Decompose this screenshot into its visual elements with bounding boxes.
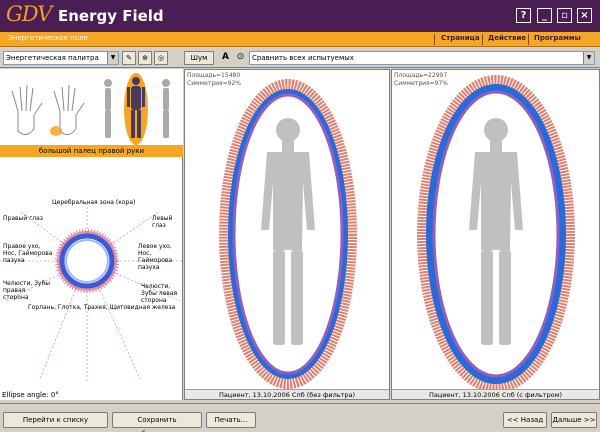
back-button[interactable]: << Назад — [503, 412, 547, 428]
brush-icon[interactable]: ✎ — [122, 51, 136, 65]
app-title: Energy Field — [58, 7, 164, 25]
next-button[interactable]: Дальше >> — [551, 412, 597, 428]
palette-select[interactable]: Энергетическая палитра ▼ — [3, 51, 119, 65]
menu-programs[interactable]: Программы — [534, 34, 581, 42]
panel-caption: Пациент, 13.10.2006 Спб (без фильтра) — [185, 389, 389, 399]
aura-image — [219, 79, 357, 389]
label-cerebral-zone: Церебральная зона (кора) — [52, 199, 136, 206]
aura-panel-unfiltered[interactable]: Площадь=15480 Симметрия=92% Пациент, 13.… — [184, 69, 390, 400]
restore-button[interactable]: ▫ — [557, 8, 572, 23]
label-right-jaw: Челюсти, Зубы правая сторона — [3, 280, 51, 301]
menu-page[interactable]: Страница — [441, 34, 480, 42]
app-logo: GDV — [6, 2, 52, 26]
crosshair-icon[interactable]: ⊕ — [138, 51, 152, 65]
compare-select[interactable]: Сравнить всех испытуемых ▼ — [249, 51, 595, 65]
save-image-button[interactable]: Сохранить изображение... — [112, 412, 202, 432]
menu-bar: Энергетическое поле Страница Действие Пр… — [0, 32, 600, 47]
chevron-down-icon: ▼ — [107, 52, 118, 64]
right-hand-thumbnail[interactable] — [50, 84, 85, 136]
go-to-list-button[interactable]: Перейти к списку испытуемых — [3, 412, 108, 432]
aura-image — [417, 75, 575, 390]
left-hand-thumbnail[interactable] — [11, 84, 43, 135]
label-throat: Горлань, Глотка, Трахея, Щитовидная желе… — [28, 304, 176, 311]
menu-separator — [434, 34, 435, 45]
menu-separator — [482, 34, 483, 45]
toolbar: Энергетическая палитра ▼ ✎ ⊕ ◎ Шум A ⊙ С… — [0, 48, 600, 68]
minimize-button[interactable]: _ — [537, 8, 552, 23]
label-left-eye: Левый глаз — [152, 215, 173, 229]
font-icon[interactable]: A — [219, 51, 232, 65]
label-left-ear: Левое ухо, Нос, Гайморова пазуха — [138, 243, 173, 271]
close-button[interactable]: × — [577, 8, 592, 23]
left-panel: большой палец правой руки Церебральная з… — [0, 69, 183, 400]
section-title: Энергетическое поле — [8, 34, 88, 42]
menu-action[interactable]: Действие — [488, 34, 526, 42]
help-button[interactable]: ? — [516, 8, 531, 23]
bottom-bar: Перейти к списку испытуемых Сохранить из… — [0, 403, 600, 432]
label-left-jaw: Челюсти, Зубы левая сторона — [141, 283, 178, 304]
target-icon[interactable]: ◎ — [154, 51, 168, 65]
palette-select-value: Энергетическая палитра — [6, 54, 99, 62]
selected-finger-caption: большой палец правой руки — [0, 145, 183, 157]
body-thumbnails — [0, 69, 183, 145]
zoom-icon[interactable]: ⊙ — [234, 51, 247, 65]
print-button[interactable]: Печать... — [206, 412, 256, 428]
label-right-ear: Правое ухо, Нос, Гайморова пазуха — [3, 243, 53, 264]
ellipse-angle: Ellipse angle: 0° — [2, 391, 59, 399]
menu-separator — [528, 34, 529, 45]
sector-diagram: Церебральная зона (кора) Правый глаз Лев… — [0, 199, 183, 391]
side-body-thumbnail-2[interactable] — [162, 79, 170, 138]
aura-panel-filtered[interactable]: Площадь=22997 Симметрия=97% Пациент, 13.… — [391, 69, 600, 400]
front-body-thumbnail[interactable] — [124, 73, 148, 145]
title-bar: GDV Energy Field ? _ ▫ × — [0, 0, 600, 32]
panel-caption: Пациент, 13.10.2006 Спб (с фильтром) — [392, 389, 599, 399]
noise-button[interactable]: Шум — [184, 51, 214, 65]
side-body-thumbnail[interactable] — [104, 79, 112, 138]
chevron-down-icon: ▼ — [583, 52, 594, 64]
thumbnail-strip — [11, 73, 170, 145]
compare-select-value: Сравнить всех испытуемых — [252, 54, 354, 62]
label-right-eye: Правый глаз — [3, 215, 43, 222]
